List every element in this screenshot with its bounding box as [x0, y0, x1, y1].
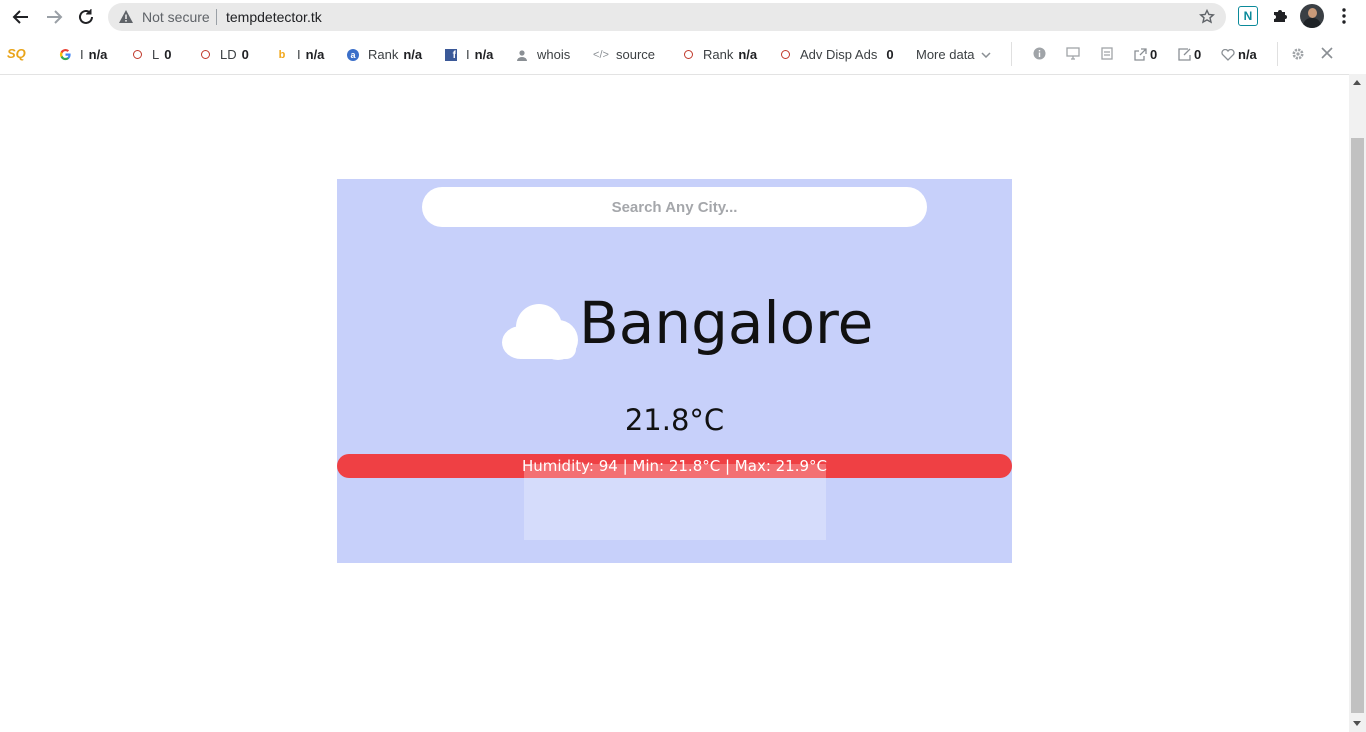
- gear-icon: [1292, 48, 1304, 60]
- cloud-icon: [502, 304, 582, 360]
- forward-arrow-icon: [47, 10, 63, 24]
- avatar-head: [1308, 8, 1317, 18]
- circle-icon: [778, 48, 792, 62]
- seoquake-bar: SQ In/a L0 LD 0 b In/a a Rank n/a f In/a w…: [0, 34, 1366, 75]
- seo-close-button[interactable]: [1321, 47, 1333, 59]
- avatar-body: [1303, 18, 1321, 28]
- scroll-thumb[interactable]: [1351, 138, 1364, 713]
- seo-item-value: n/a: [403, 47, 423, 62]
- seo-item-label: Rank: [703, 47, 734, 62]
- seo-item-label: LD: [220, 47, 237, 62]
- seo-display-button[interactable]: [1066, 47, 1080, 60]
- seo-bing-index[interactable]: b In/a: [275, 47, 325, 62]
- city-name: Bangalore: [579, 289, 874, 357]
- seo-item-value: 0: [241, 47, 249, 62]
- chevron-down-icon: [981, 51, 991, 58]
- browser-toolbar: Not secure tempdetector.tk N: [0, 0, 1366, 34]
- browser-menu-icon[interactable]: [1336, 6, 1352, 26]
- seo-item-value: 0: [886, 47, 894, 62]
- seo-mini-value: 0: [1150, 47, 1158, 62]
- security-label[interactable]: Not secure: [142, 9, 210, 25]
- seo-alexa-rank[interactable]: a Rank n/a: [346, 47, 422, 62]
- back-arrow-icon: [12, 10, 28, 24]
- seo-item-label: L: [152, 47, 160, 62]
- seo-mini-value: n/a: [1238, 47, 1257, 62]
- seo-external-links[interactable]: 0: [1134, 47, 1157, 62]
- display-icon: [1066, 47, 1080, 60]
- circle-icon: [130, 48, 144, 62]
- alexa-icon: a: [346, 48, 360, 62]
- scroll-up-arrow-icon[interactable]: [1353, 80, 1361, 85]
- seo-item-label: Adv Disp Ads: [800, 47, 878, 62]
- seo-settings-button[interactable]: [1291, 47, 1305, 61]
- page-icon: [1101, 47, 1113, 60]
- seo-whois[interactable]: whois: [515, 47, 570, 62]
- seo-info-button[interactable]: [1033, 47, 1046, 60]
- facebook-icon: f: [444, 48, 458, 62]
- seo-health[interactable]: n/a: [1221, 47, 1257, 62]
- forward-button[interactable]: [42, 5, 66, 29]
- seo-internal-links[interactable]: 0: [1178, 47, 1201, 62]
- reload-icon: [79, 9, 93, 24]
- seo-item-value: n/a: [738, 47, 758, 62]
- seo-facebook[interactable]: f In/a: [444, 47, 493, 62]
- temperature-value: 21.8°C: [624, 403, 725, 437]
- seo-adv-disp-ads[interactable]: Adv Disp Ads 0: [778, 47, 894, 62]
- seo-item-label: Rank: [368, 47, 399, 62]
- seo-item-label: whois: [537, 47, 571, 62]
- info-icon: [1033, 47, 1046, 60]
- seo-mini-value: 0: [1194, 47, 1202, 62]
- url-text[interactable]: tempdetector.tk: [226, 9, 322, 25]
- weather-details-text: Humidity: 94 | Min: 21.8°C | Max: 21.9°C: [521, 457, 828, 475]
- page-scrollbar[interactable]: [1349, 74, 1366, 732]
- seo-item-label: I: [297, 47, 301, 62]
- seo-item-value: 0: [164, 47, 172, 62]
- seo-item-label: I: [80, 47, 84, 62]
- back-button[interactable]: [9, 5, 33, 29]
- code-icon: </>: [593, 48, 609, 61]
- n-extension-icon[interactable]: N: [1238, 6, 1258, 26]
- seo-divider: [1011, 42, 1012, 66]
- google-icon: [58, 48, 72, 62]
- seo-divider: [1277, 42, 1278, 66]
- close-icon: [1321, 47, 1333, 59]
- seo-item-label: source: [616, 47, 656, 62]
- seo-item-value: n/a: [305, 47, 325, 62]
- heart-icon: [1221, 48, 1235, 61]
- address-bar[interactable]: Not secure tempdetector.tk: [108, 3, 1226, 31]
- scroll-down-arrow-icon[interactable]: [1353, 721, 1361, 726]
- seo-source[interactable]: </> source: [593, 47, 656, 62]
- seo-page-button[interactable]: [1101, 47, 1113, 60]
- details-overlay-box: [524, 464, 826, 540]
- seoquake-logo[interactable]: SQ: [7, 46, 26, 61]
- url-divider: [216, 9, 217, 25]
- more-data-dropdown[interactable]: More data: [916, 47, 991, 62]
- internal-link-icon: [1178, 48, 1191, 61]
- seo-item-value: n/a: [474, 47, 494, 62]
- seo-links[interactable]: L0: [130, 47, 171, 62]
- bing-icon: b: [278, 48, 286, 61]
- profile-avatar[interactable]: [1300, 4, 1324, 28]
- bookmark-star-icon[interactable]: [1198, 8, 1216, 26]
- seo-google-index[interactable]: In/a: [58, 47, 107, 62]
- external-link-icon: [1134, 48, 1147, 61]
- weather-card: Bangalore 21.8°C Humidity: 94 | Min: 21.…: [337, 179, 1012, 563]
- warning-icon[interactable]: [118, 9, 134, 25]
- more-data-label: More data: [916, 47, 975, 62]
- seo-item-value: n/a: [88, 47, 108, 62]
- circle-icon: [681, 48, 695, 62]
- circle-icon: [198, 48, 212, 62]
- seo-semrush-rank[interactable]: Rank n/a: [681, 47, 757, 62]
- city-search-input[interactable]: [422, 187, 927, 227]
- extensions-puzzle-icon[interactable]: [1270, 6, 1290, 26]
- person-icon: [515, 48, 529, 62]
- seo-linking-domains[interactable]: LD 0: [198, 47, 249, 62]
- reload-button[interactable]: [74, 5, 98, 29]
- seo-item-label: I: [466, 47, 470, 62]
